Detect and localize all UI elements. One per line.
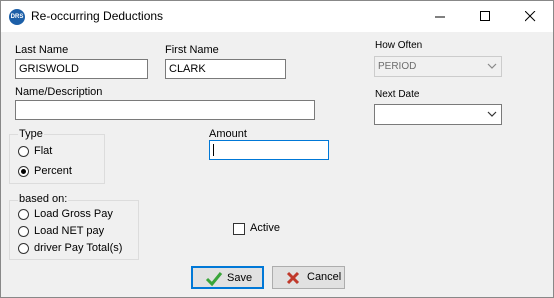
last-name-field[interactable]: GRISWOLD	[15, 59, 148, 79]
app-logo-icon: DRS	[9, 9, 25, 25]
checkmark-icon	[205, 272, 223, 287]
based-on-load-gross-label: Load Gross Pay	[34, 208, 113, 220]
minimize-icon	[435, 16, 445, 18]
how-often-label: How Often	[375, 40, 423, 51]
next-date-label: Next Date	[375, 89, 420, 100]
chevron-down-icon	[487, 111, 497, 117]
cancel-button-label: Cancel	[307, 271, 342, 283]
how-often-select[interactable]: PERIOD	[374, 56, 502, 77]
amount-label: Amount	[209, 128, 247, 140]
based-on-load-net-label: Load NET pay	[34, 225, 105, 237]
text-caret	[213, 144, 214, 156]
save-button[interactable]: Save	[191, 266, 264, 289]
cancel-x-icon	[286, 271, 300, 285]
chevron-down-icon	[487, 63, 497, 69]
next-date-picker[interactable]	[374, 104, 502, 125]
based-on-driver-pay-label: driver Pay Total(s)	[34, 242, 123, 254]
type-label: Type	[18, 128, 44, 140]
type-flat-label: Flat	[34, 145, 53, 157]
close-button[interactable]	[508, 1, 553, 32]
window-title: Re-occurring Deductions	[31, 9, 164, 23]
cancel-button[interactable]: Cancel	[272, 266, 345, 289]
how-often-value: PERIOD	[378, 61, 417, 72]
save-button-label: Save	[227, 272, 253, 284]
amount-field[interactable]	[209, 140, 329, 160]
close-icon	[525, 11, 536, 22]
maximize-button[interactable]	[463, 1, 508, 32]
based-on-label: based on:	[18, 193, 69, 205]
first-name-label: First Name	[165, 44, 219, 56]
maximize-icon	[480, 11, 490, 21]
dialog-window: DRS Re-occurring Deductions Last Name GR…	[0, 0, 554, 298]
last-name-label: Last Name	[15, 44, 69, 56]
type-percent-label: Percent	[34, 165, 72, 177]
minimize-button[interactable]	[418, 1, 463, 32]
name-description-label: Name/Description	[15, 86, 103, 98]
name-description-field[interactable]	[15, 100, 315, 120]
active-label: Active	[250, 222, 280, 234]
title-bar: DRS Re-occurring Deductions	[1, 1, 553, 32]
first-name-field[interactable]: CLARK	[165, 59, 286, 79]
